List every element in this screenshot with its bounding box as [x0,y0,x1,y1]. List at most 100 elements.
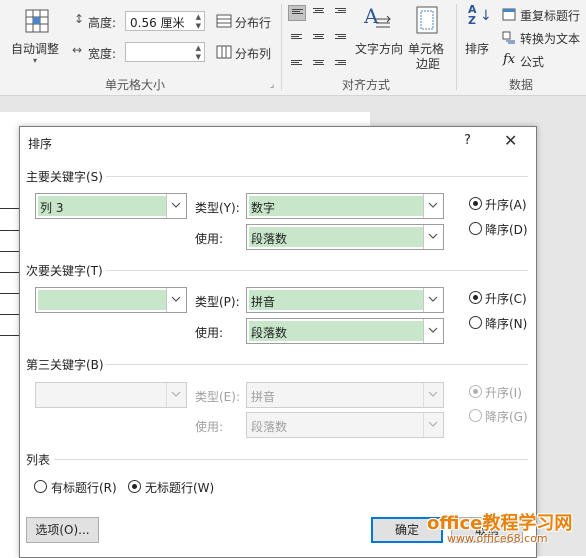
secondary-asc-label[interactable]: 升序(C) [485,290,527,307]
primary-type-select[interactable]: 数字 [246,193,444,219]
spin-up-icon[interactable]: ▲ [196,13,201,21]
tertiary-using-label: 使用: [195,420,224,434]
tertiary-column-select[interactable] [35,382,187,408]
arrows-icon [376,16,391,28]
distribute-rows-button[interactable]: 分布行 [214,12,276,32]
text-direction-label: 文字方向 [355,42,404,56]
tertiary-asc-radio[interactable] [469,385,482,398]
options-button[interactable]: 选项(O)... [26,517,99,543]
repeat-header-button[interactable]: 重复标题行 [500,6,586,24]
divider [106,176,528,177]
table-line [0,208,20,209]
sort-icon: AZ [468,3,477,27]
secondary-type-value: 拼音 [251,295,276,309]
chevron-down-icon[interactable] [166,383,186,407]
secondary-desc-radio[interactable] [469,316,482,329]
width-input[interactable]: ▲ ▼ [125,42,205,62]
has-header-radio[interactable] [34,480,47,493]
primary-type-label: 类型(Y): [195,201,240,215]
align-middle-center-button[interactable] [310,28,328,44]
height-label: 高度: [88,16,117,30]
sort-label: 排序 [465,42,490,56]
secondary-type-select[interactable]: 拼音 [246,287,444,313]
distribute-rows-icon [216,14,232,28]
tertiary-desc-radio[interactable] [469,409,482,422]
secondary-desc-label[interactable]: 降序(N) [485,315,527,332]
chevron-down-icon[interactable] [166,288,186,312]
help-button[interactable]: ? [464,133,471,148]
tertiary-type-label: 类型(E): [195,390,240,404]
autofit-button[interactable]: 自动调整 ▾ [8,6,66,68]
table-line [0,293,20,294]
divider [106,364,528,365]
spin-down-icon[interactable]: ▼ [196,53,201,61]
tertiary-using-select[interactable]: 段落数 [246,412,444,438]
tertiary-desc-label[interactable]: 降序(G) [485,408,528,425]
ribbon: 自动调整 ▾ ↕ 高度: 0.56 厘米 ▲ ▼ ↔ 宽度: ▲ ▼ 分布行 分… [0,0,586,96]
secondary-key-label: 次要关键字(T) [26,264,103,278]
height-input[interactable]: 0.56 厘米 ▲ ▼ [125,11,205,31]
has-header-label[interactable]: 有标题行(R) [51,479,117,496]
cell-margins-label-2: 边距 [416,57,441,71]
text-direction-button[interactable]: A 文字方向 [354,4,406,66]
chevron-down-icon[interactable] [166,194,186,218]
primary-column-select[interactable]: 列 3 [35,193,187,219]
primary-using-value: 段落数 [251,232,288,246]
primary-using-label: 使用: [195,232,224,246]
dialog-launcher-icon[interactable]: ⌟ [270,80,274,90]
convert-to-text-icon [502,31,515,44]
chevron-down-icon[interactable] [423,194,443,218]
chevron-down-icon[interactable] [423,383,443,407]
align-group-label: 对齐方式 [342,78,391,92]
primary-desc-radio[interactable] [469,222,482,235]
divider [54,459,528,460]
height-icon: ↕ [74,12,85,26]
distribute-cols-button[interactable]: 分布列 [214,43,276,63]
spin-down-icon[interactable]: ▼ [196,22,201,30]
formula-label: 公式 [520,55,545,69]
table-line [0,272,20,273]
primary-desc-label[interactable]: 降序(D) [485,221,528,238]
align-top-right-button[interactable] [332,5,350,21]
chevron-down-icon[interactable] [423,225,443,249]
primary-key-label: 主要关键字(S) [26,170,103,184]
tertiary-asc-label[interactable]: 升序(I) [485,384,522,401]
divider [106,270,528,271]
convert-to-text-button[interactable]: 转换为文本 [500,29,586,47]
formula-button[interactable]: fx 公式 [500,52,586,70]
spin-up-icon[interactable]: ▲ [196,44,201,52]
secondary-using-value: 段落数 [251,326,288,340]
secondary-using-select[interactable]: 段落数 [246,318,444,344]
align-top-center-button[interactable] [310,5,328,21]
chevron-down-icon[interactable] [423,413,443,437]
data-group-label: 数据 [509,78,534,92]
no-header-label[interactable]: 无标题行(W) [145,479,214,496]
cell-size-group-label: 单元格大小 [105,78,166,92]
align-bottom-left-button[interactable] [288,51,306,67]
align-middle-right-button[interactable] [332,28,350,44]
align-middle-left-button[interactable] [288,28,306,44]
chevron-down-icon[interactable] [423,288,443,312]
align-bottom-center-button[interactable] [310,51,328,67]
primary-asc-label[interactable]: 升序(A) [485,196,527,213]
tertiary-type-select[interactable]: 拼音 [246,382,444,408]
no-header-radio[interactable] [128,480,141,493]
distribute-cols-label: 分布列 [235,47,272,61]
dialog-title: 排序 [28,137,53,151]
primary-using-select[interactable]: 段落数 [246,224,444,250]
align-top-left-button[interactable] [288,5,306,21]
align-bottom-right-button[interactable] [332,51,350,67]
width-label: 宽度: [88,47,117,61]
close-button[interactable]: ✕ [504,131,517,150]
table-line [0,251,20,252]
secondary-asc-radio[interactable] [469,291,482,304]
chevron-down-icon[interactable] [423,319,443,343]
secondary-type-label: 类型(P): [195,295,240,309]
cell-margins-button[interactable]: 单元格 边距 [408,4,448,71]
primary-asc-radio[interactable] [469,197,482,210]
sort-button[interactable]: AZ ↓ 排序 [462,4,496,66]
primary-column-value: 列 3 [40,201,64,215]
sort-arrow-icon: ↓ [480,8,492,24]
secondary-column-select[interactable] [35,287,187,313]
convert-to-text-label: 转换为文本 [520,32,581,46]
